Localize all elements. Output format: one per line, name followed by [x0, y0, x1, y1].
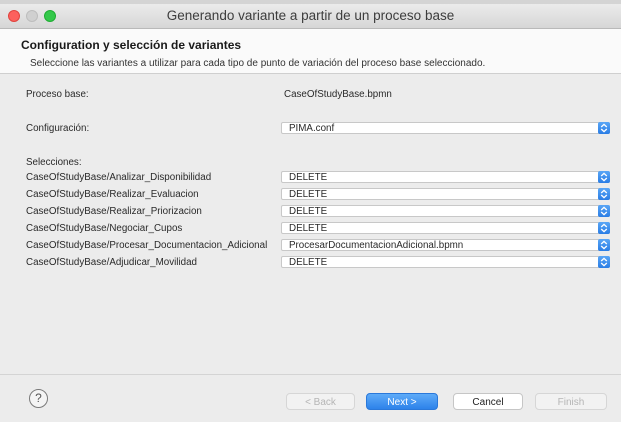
- footer-divider: [0, 374, 621, 375]
- window-title: Generando variante a partir de un proces…: [166, 8, 455, 23]
- wizard-header: Configuration y selección de variantes S…: [0, 29, 621, 74]
- selection-label: CaseOfStudyBase/Adjudicar_Movilidad: [26, 257, 197, 268]
- base-process-value: CaseOfStudyBase.bpmn: [284, 89, 392, 100]
- selection-select[interactable]: DELETE: [281, 188, 610, 200]
- selection-select-value: DELETE: [289, 172, 328, 183]
- next-button[interactable]: Next >: [366, 393, 438, 410]
- chevron-up-down-icon[interactable]: [598, 256, 610, 268]
- selections-label: Selecciones:: [26, 157, 82, 168]
- chevron-up-down-icon[interactable]: [598, 239, 610, 251]
- selection-select-value: DELETE: [289, 189, 328, 200]
- page-title: Configuration y selección de variantes: [21, 38, 242, 52]
- selection-label: CaseOfStudyBase/Realizar_Evaluacion: [26, 189, 199, 200]
- title-bar[interactable]: Generando variante a partir de un proces…: [0, 4, 621, 29]
- chevron-up-down-icon[interactable]: [598, 205, 610, 217]
- chevron-up-down-icon[interactable]: [598, 122, 610, 134]
- selection-label: CaseOfStudyBase/Analizar_Disponibilidad: [26, 172, 212, 183]
- configuration-label: Configuración:: [26, 123, 90, 134]
- chevron-up-down-icon[interactable]: [598, 171, 610, 183]
- chevron-up-down-icon[interactable]: [598, 188, 610, 200]
- configuration-select[interactable]: PIMA.conf: [281, 122, 610, 134]
- back-button[interactable]: < Back: [286, 393, 355, 410]
- wizard-content: Proceso base: CaseOfStudyBase.bpmn Confi…: [0, 74, 621, 374]
- selection-label: CaseOfStudyBase/Negociar_Cupos: [26, 223, 183, 234]
- chevron-up-down-icon[interactable]: [598, 222, 610, 234]
- base-process-label: Proceso base:: [26, 89, 89, 100]
- page-description: Seleccione las variantes a utilizar para…: [30, 58, 486, 69]
- selection-select[interactable]: ProcesarDocumentacionAdicional.bpmn: [281, 239, 610, 251]
- selection-select[interactable]: DELETE: [281, 222, 610, 234]
- selection-select[interactable]: DELETE: [281, 205, 610, 217]
- selection-select[interactable]: DELETE: [281, 256, 610, 268]
- help-icon[interactable]: ?: [29, 389, 48, 408]
- configuration-select-value: PIMA.conf: [289, 123, 335, 134]
- selection-select[interactable]: DELETE: [281, 171, 610, 183]
- finish-button[interactable]: Finish: [535, 393, 607, 410]
- selection-select-value: DELETE: [289, 257, 328, 268]
- cancel-button[interactable]: Cancel: [453, 393, 523, 410]
- selection-select-value: ProcesarDocumentacionAdicional.bpmn: [289, 240, 464, 251]
- selection-select-value: DELETE: [289, 223, 328, 234]
- selection-label: CaseOfStudyBase/Procesar_Documentacion_A…: [26, 240, 268, 251]
- selection-select-value: DELETE: [289, 206, 328, 217]
- selection-label: CaseOfStudyBase/Realizar_Priorizacion: [26, 206, 202, 217]
